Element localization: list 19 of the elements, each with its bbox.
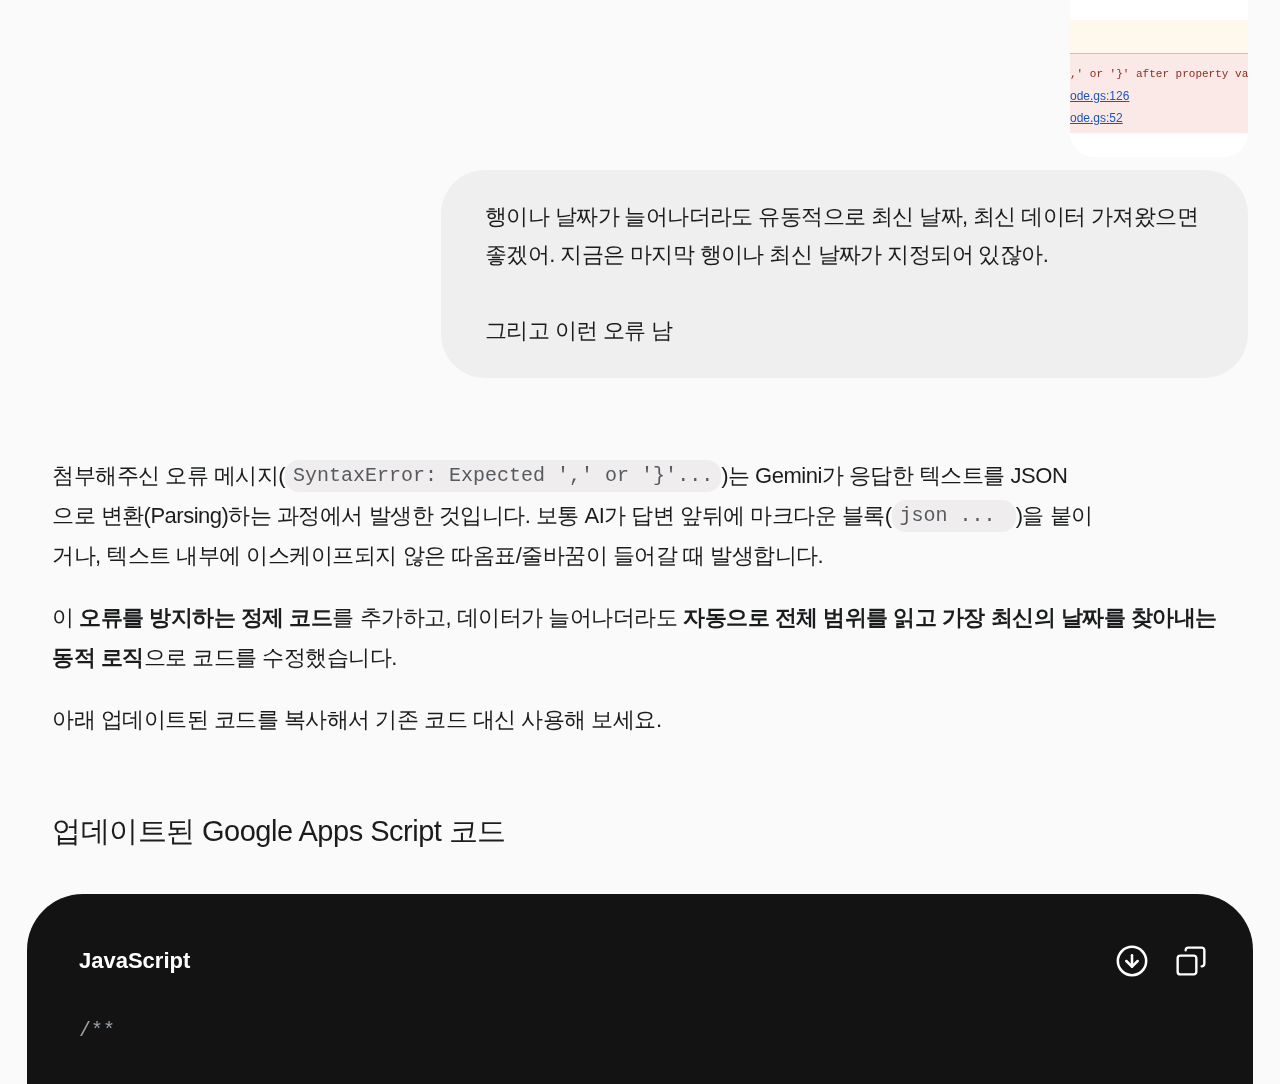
stack-trace-link[interactable]: ode.gs:126 <box>1070 86 1130 105</box>
code-line: /** <box>79 1017 115 1044</box>
response-text: 아래 업데이트된 코드를 복사해서 기존 코드 대신 사용해 보세요. <box>52 707 662 732</box>
copy-icon[interactable] <box>1175 944 1207 977</box>
inline-code: SyntaxError: Expected ',' or '}'... <box>285 460 722 492</box>
stack-trace-link[interactable]: ode.gs:52 <box>1070 108 1123 127</box>
response-text: 으로 변환(Parsing)하는 과정에서 발생한 것입니다. 보통 AI가 답변 앞뒤에 마크다운 블록( <box>52 502 892 530</box>
inline-code: json ... <box>891 500 1016 532</box>
error-screenshot[interactable]: ,' or '}' after property va ode.gs:126 ode.gs:52 <box>1070 0 1248 157</box>
message-text: 행이나 날짜가 늘어나더라도 유동적으로 최신 날짜, 최신 데이터 가져왔으면 좋겠어. 지금은 마지막 행이나 최신 날짜가 지정되어 있잖아. <box>485 203 1199 269</box>
response-text: )는 Gemini가 응답한 텍스트를 JSON <box>721 462 1068 490</box>
download-icon[interactable] <box>1115 943 1149 978</box>
message-text: 그리고 이런 오류 남 <box>485 317 674 345</box>
code-language-label: JavaScript <box>79 947 191 975</box>
response-text: )을 붙이 <box>1015 502 1093 530</box>
response-text: 거나, 텍스트 내부에 이스케이프되지 않은 따옴표/줄바꿈이 들어갈 때 발생합니다. <box>52 543 824 568</box>
response-text: 첨부해주신 오류 메시지( <box>52 462 286 490</box>
section-heading: 업데이트된 Google Apps Script 코드 <box>52 814 506 849</box>
response-text: 이 오류를 방지하는 정제 코드를 추가하고, 데이터가 늘어나더라도 자동으로 전체 범위를 읽고 가장 최신의 날짜를 찾아내는 동적 로직으로 코드를 수정했습니다. <box>52 605 1217 670</box>
